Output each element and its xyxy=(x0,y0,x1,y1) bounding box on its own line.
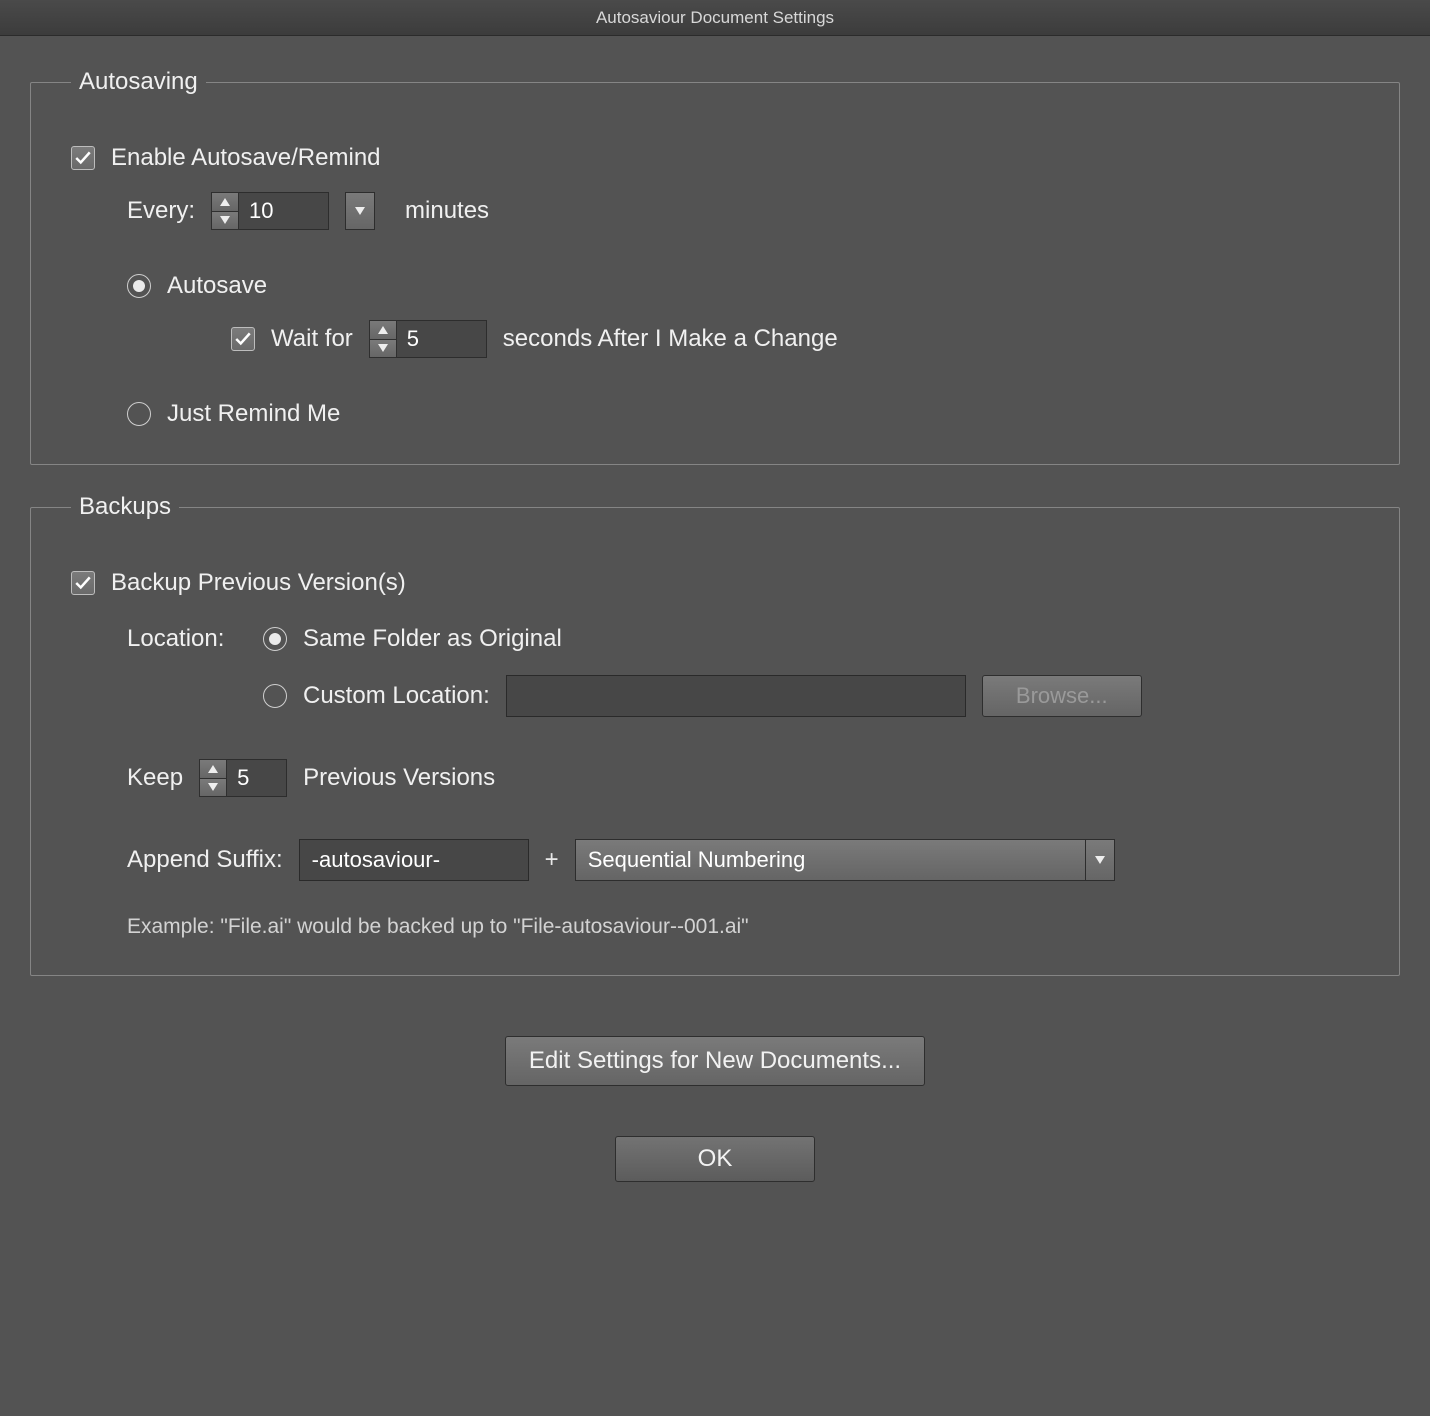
every-label: Every: xyxy=(127,197,195,225)
wait-stepper[interactable] xyxy=(369,320,487,358)
custom-location-radio[interactable] xyxy=(263,684,287,708)
location-label: Location: xyxy=(127,625,247,653)
custom-location-label: Custom Location: xyxy=(303,682,490,710)
mode-remind-radio[interactable] xyxy=(127,402,151,426)
chevron-down-icon xyxy=(1095,856,1105,864)
every-unit-dropdown[interactable] xyxy=(345,192,375,230)
every-stepper[interactable] xyxy=(211,192,329,230)
plus-label: + xyxy=(545,846,559,874)
every-unit-label: minutes xyxy=(405,197,489,225)
ok-button[interactable]: OK xyxy=(615,1136,815,1182)
chevron-up-icon xyxy=(220,198,230,206)
wait-checkbox[interactable] xyxy=(231,327,255,351)
keep-label: Keep xyxy=(127,764,183,792)
enable-autosave-label: Enable Autosave/Remind xyxy=(111,144,381,172)
wait-step-up[interactable] xyxy=(369,320,397,339)
chevron-down-icon xyxy=(378,344,388,352)
backups-legend: Backups xyxy=(71,493,179,521)
numbering-dropdown[interactable]: Sequential Numbering xyxy=(575,839,1115,881)
backups-group: Backups Backup Previous Version(s) Locat… xyxy=(30,493,1400,976)
custom-location-input[interactable] xyxy=(506,675,966,717)
wait-step-down[interactable] xyxy=(369,339,397,359)
example-text: Example: "File.ai" would be backed up to… xyxy=(71,915,1359,939)
keep-stepper[interactable] xyxy=(199,759,287,797)
check-icon xyxy=(234,330,252,348)
backup-enable-label: Backup Previous Version(s) xyxy=(111,569,406,597)
every-step-up[interactable] xyxy=(211,192,239,211)
edit-defaults-button[interactable]: Edit Settings for New Documents... xyxy=(505,1036,925,1086)
chevron-up-icon xyxy=(208,765,218,773)
same-folder-radio[interactable] xyxy=(263,627,287,651)
keep-step-up[interactable] xyxy=(199,759,227,778)
every-step-down[interactable] xyxy=(211,211,239,231)
suffix-label: Append Suffix: xyxy=(127,846,283,874)
keep-step-down[interactable] xyxy=(199,778,227,798)
backup-enable-checkbox[interactable] xyxy=(71,571,95,595)
chevron-down-icon xyxy=(355,207,365,215)
mode-autosave-label: Autosave xyxy=(167,272,267,300)
chevron-up-icon xyxy=(378,326,388,334)
same-folder-label: Same Folder as Original xyxy=(303,625,562,653)
chevron-down-icon xyxy=(208,783,218,791)
keep-unit-label: Previous Versions xyxy=(303,764,495,792)
wait-label: Wait for xyxy=(271,325,353,353)
every-value-input[interactable] xyxy=(239,192,329,230)
chevron-down-icon xyxy=(220,216,230,224)
keep-value-input[interactable] xyxy=(227,759,287,797)
autosaving-group: Autosaving Enable Autosave/Remind Every:… xyxy=(30,68,1400,465)
suffix-input[interactable] xyxy=(299,839,529,881)
mode-remind-label: Just Remind Me xyxy=(167,400,340,428)
mode-autosave-radio[interactable] xyxy=(127,274,151,298)
wait-unit-label: seconds After I Make a Change xyxy=(503,325,838,353)
autosaving-legend: Autosaving xyxy=(71,68,206,96)
window-title: Autosaviour Document Settings xyxy=(0,0,1430,36)
enable-autosave-checkbox[interactable] xyxy=(71,146,95,170)
numbering-value: Sequential Numbering xyxy=(575,839,1085,881)
check-icon xyxy=(74,574,92,592)
check-icon xyxy=(74,149,92,167)
browse-button[interactable]: Browse... xyxy=(982,675,1142,717)
wait-value-input[interactable] xyxy=(397,320,487,358)
